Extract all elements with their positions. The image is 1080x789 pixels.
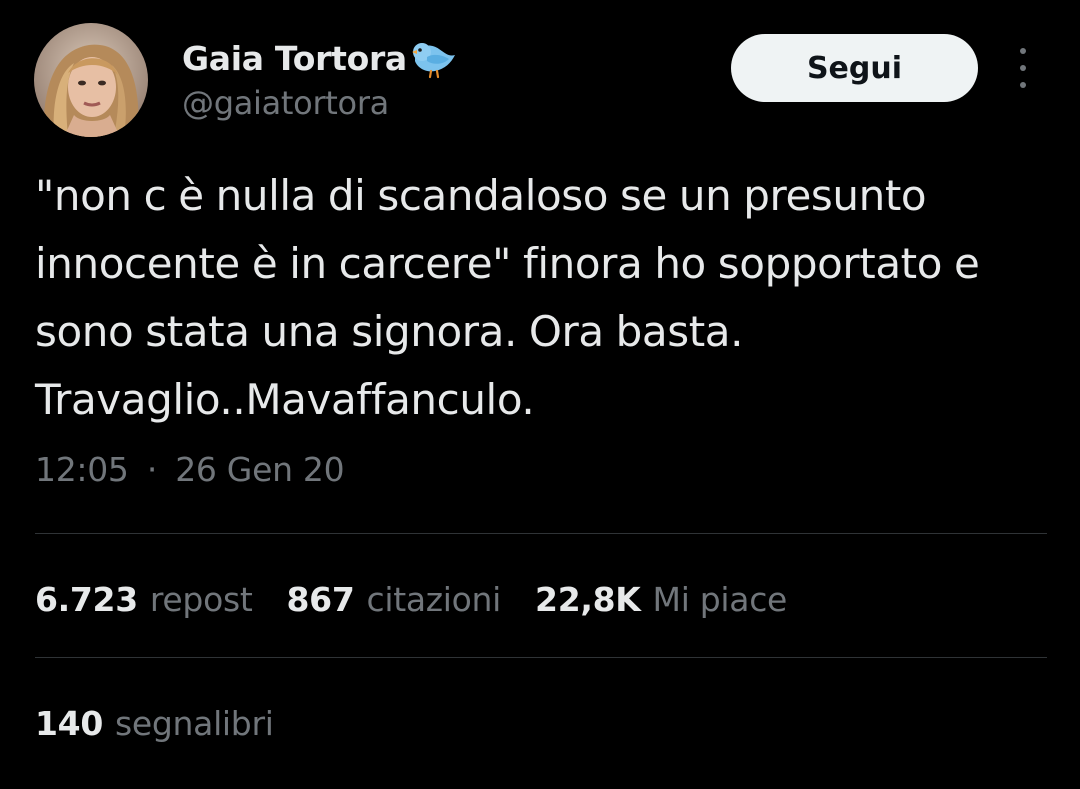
reposts-stat[interactable]: 6.723 repost [35,580,253,619]
author-name-row[interactable]: Gaia Tortora [182,34,461,82]
handle[interactable]: @gaiatortora [182,84,389,122]
quotes-count: 867 [286,579,355,619]
tweet-timestamp[interactable]: 12:05 · 26 Gen 20 [35,450,345,489]
divider [35,533,1047,534]
profile-photo [34,23,148,137]
bookmarks-stat[interactable]: 140 segnalibri [35,698,274,748]
quotes-stat[interactable]: 867 citazioni [287,580,502,619]
dot [1020,48,1026,54]
reposts-label: repost [149,579,253,619]
more-vertical-icon[interactable] [1008,48,1038,88]
bird-emoji-icon [411,43,455,79]
dot [1020,82,1026,88]
likes-label: Mi piace [652,579,788,619]
bookmarks-label: segnalibri [114,703,274,743]
quotes-label: citazioni [366,579,502,619]
display-name[interactable]: Gaia Tortora [182,39,407,78]
avatar[interactable] [34,23,148,137]
reposts-count: 6.723 [35,579,138,619]
tweet-text: "non c è nulla di scandaloso se un presu… [35,171,980,424]
engagement-stats: 6.723 repost 867 citazioni 22,8K Mi piac… [35,574,821,624]
divider [35,657,1047,658]
dot [1020,65,1026,71]
follow-button[interactable]: Segui [731,34,978,102]
tweet-date: 26 Gen 20 [175,450,345,489]
likes-stat[interactable]: 22,8K Mi piace [535,580,787,619]
bookmarks-count: 140 [35,703,103,743]
meta-separator: · [146,450,158,489]
tweet-time: 12:05 [35,450,129,489]
likes-count: 22,8K [535,579,641,619]
